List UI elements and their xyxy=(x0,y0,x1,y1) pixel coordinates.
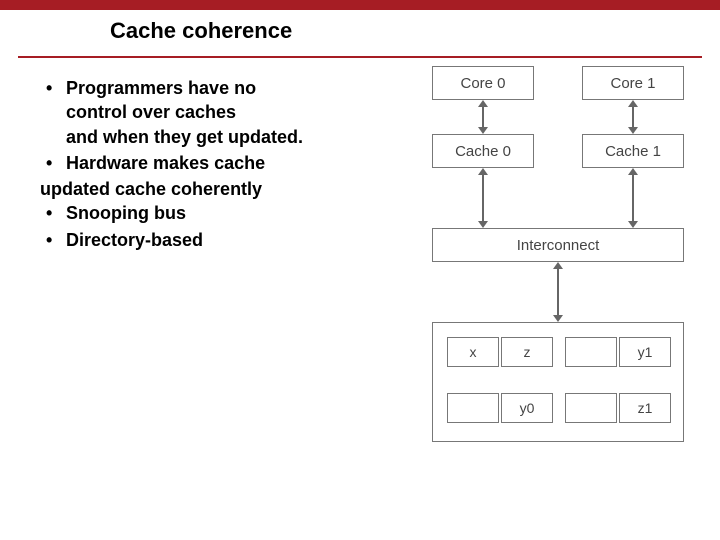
arrow-cache0-interconnect xyxy=(482,174,484,222)
mem-cell-z: z xyxy=(501,337,553,367)
box-cache-0: Cache 0 xyxy=(432,134,534,168)
architecture-diagram: Core 0 Core 1 Cache 0 Cache 1 Interconne… xyxy=(410,56,708,486)
box-core-0: Core 0 xyxy=(432,66,534,100)
bullet-1-line-2: control over caches xyxy=(66,102,236,122)
mem-cell-empty-3 xyxy=(565,393,617,423)
mem-cell-empty-1 xyxy=(565,337,617,367)
bullet-list: Programmers have no control over caches … xyxy=(40,76,420,175)
bullet-1: Programmers have no control over caches … xyxy=(40,76,420,149)
bullet-2-cont: updated cache coherently xyxy=(40,177,420,201)
arrow-cache1-interconnect xyxy=(632,174,634,222)
bullet-1-line-1: Programmers have no xyxy=(66,78,256,98)
bullet-1-line-3: and when they get updated. xyxy=(66,127,303,147)
box-interconnect: Interconnect xyxy=(432,228,684,262)
mem-cell-y1: y1 xyxy=(619,337,671,367)
bullet-content: Programmers have no control over caches … xyxy=(40,76,420,254)
top-red-bar xyxy=(0,0,720,10)
mem-cell-y0: y0 xyxy=(501,393,553,423)
box-core-1: Core 1 xyxy=(582,66,684,100)
slide-title: Cache coherence xyxy=(110,18,292,44)
title-wrap: Cache coherence xyxy=(110,18,292,44)
arrow-interconnect-memory xyxy=(557,268,559,316)
memory-block: x z y1 y0 z1 xyxy=(432,322,684,442)
bullet-list-2: Snooping bus Directory-based xyxy=(40,201,420,252)
bullet-2-line-1: Hardware makes cache xyxy=(66,153,265,173)
mem-cell-empty-2 xyxy=(447,393,499,423)
bullet-4: Directory-based xyxy=(40,228,420,252)
arrow-core1-cache1 xyxy=(632,106,634,128)
arrow-core0-cache0 xyxy=(482,106,484,128)
mem-cell-x: x xyxy=(447,337,499,367)
mem-cell-z1: z1 xyxy=(619,393,671,423)
box-cache-1: Cache 1 xyxy=(582,134,684,168)
bullet-3: Snooping bus xyxy=(40,201,420,225)
bullet-2: Hardware makes cache xyxy=(40,151,420,175)
